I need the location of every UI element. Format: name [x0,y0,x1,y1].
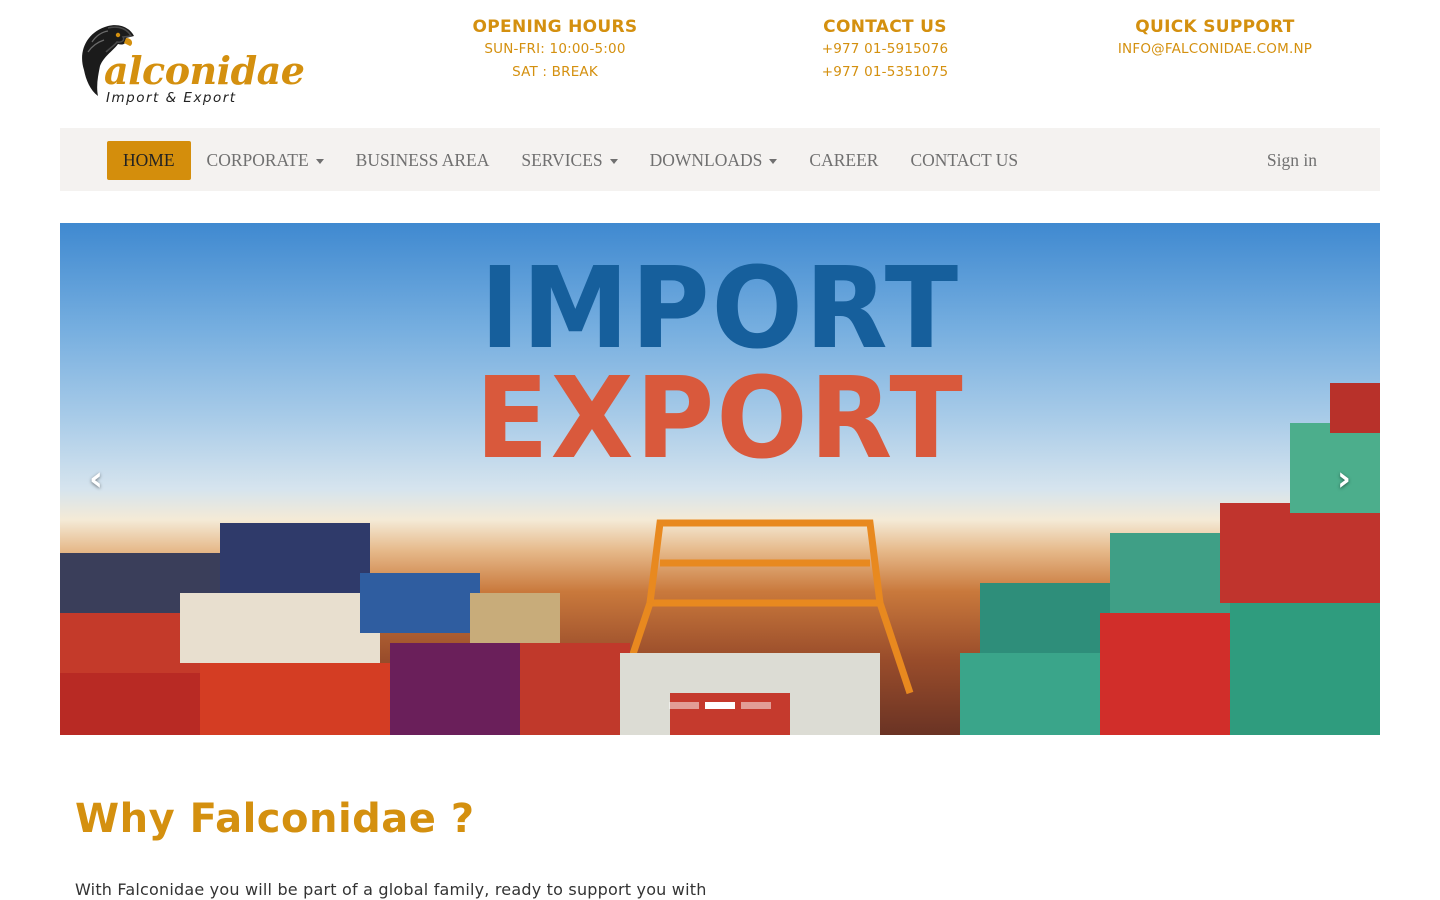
sign-in-link[interactable]: Sign in [1267,141,1317,180]
opening-hours-weekdays: SUN-FRI: 10:00-5:00 [484,41,626,57]
nav-menu: HOME CORPORATE BUSINESS AREA SERVICES DO… [107,141,1034,180]
why-falconidae-text: With Falconidae you will be part of a gl… [75,880,707,899]
nav-item-business-area[interactable]: BUSINESS AREA [340,141,506,180]
quick-support-block: QUICK SUPPORT INFO@FALCONIDAE.COM.NP [1065,16,1365,61]
logo-wordmark: alconidae [104,48,305,93]
hero-carousel: IMPORT EXPORT ‹ › [60,223,1380,735]
nav-item-label: CORPORATE [206,150,309,170]
nav-item-home[interactable]: HOME [107,141,191,180]
nav-item-downloads[interactable]: DOWNLOADS [634,141,794,180]
nav-item-label: SERVICES [521,150,603,170]
opening-hours-block: OPENING HOURS SUN-FRI: 10:00-5:00 SAT : … [405,16,705,84]
carousel-indicator-2[interactable] [705,702,735,709]
carousel-next-button[interactable]: › [1324,459,1364,499]
caret-down-icon [315,159,324,164]
nav-item-services[interactable]: SERVICES [505,141,633,180]
carousel-indicators [669,702,771,709]
caret-down-icon [769,159,778,164]
nav-item-corporate[interactable]: CORPORATE [191,141,340,180]
nav-item-label: CONTACT US [910,150,1019,170]
phone-number-1[interactable]: +977 01-5915076 [735,38,1035,61]
carousel-indicator-3[interactable] [741,702,771,709]
carousel-indicator-1[interactable] [669,702,699,709]
logo-tagline: Import & Export [106,90,237,106]
chevron-left-icon: ‹ [88,459,103,499]
hero-headline-import: IMPORT [479,244,961,374]
nav-item-contact-us[interactable]: CONTACT US [894,141,1034,180]
phone-number-2[interactable]: +977 01-5351075 [735,61,1035,84]
hero-headline-export: EXPORT [475,354,965,484]
nav-item-label: BUSINESS AREA [355,150,490,170]
opening-hours-title: OPENING HOURS [472,17,638,37]
why-falconidae-heading: Why Falconidae ? [75,796,475,842]
caret-down-icon [609,159,618,164]
falconidae-logo[interactable]: alconidae Import & Export [74,22,305,110]
nav-item-label: DOWNLOADS [649,150,763,170]
main-navbar: HOME CORPORATE BUSINESS AREA SERVICES DO… [60,128,1380,191]
contact-us-title: CONTACT US [823,17,947,37]
nav-item-label: HOME [123,150,175,170]
nav-item-label: CAREER [809,150,879,170]
chevron-right-icon: › [1336,459,1351,499]
nav-item-career[interactable]: CAREER [793,141,894,180]
opening-hours-saturday: SAT : BREAK [512,64,598,80]
quick-support-title: QUICK SUPPORT [1135,17,1295,37]
carousel-prev-button[interactable]: ‹ [76,459,116,499]
support-email[interactable]: INFO@FALCONIDAE.COM.NP [1065,38,1365,61]
contact-us-block: CONTACT US +977 01-5915076 +977 01-53510… [735,16,1035,84]
